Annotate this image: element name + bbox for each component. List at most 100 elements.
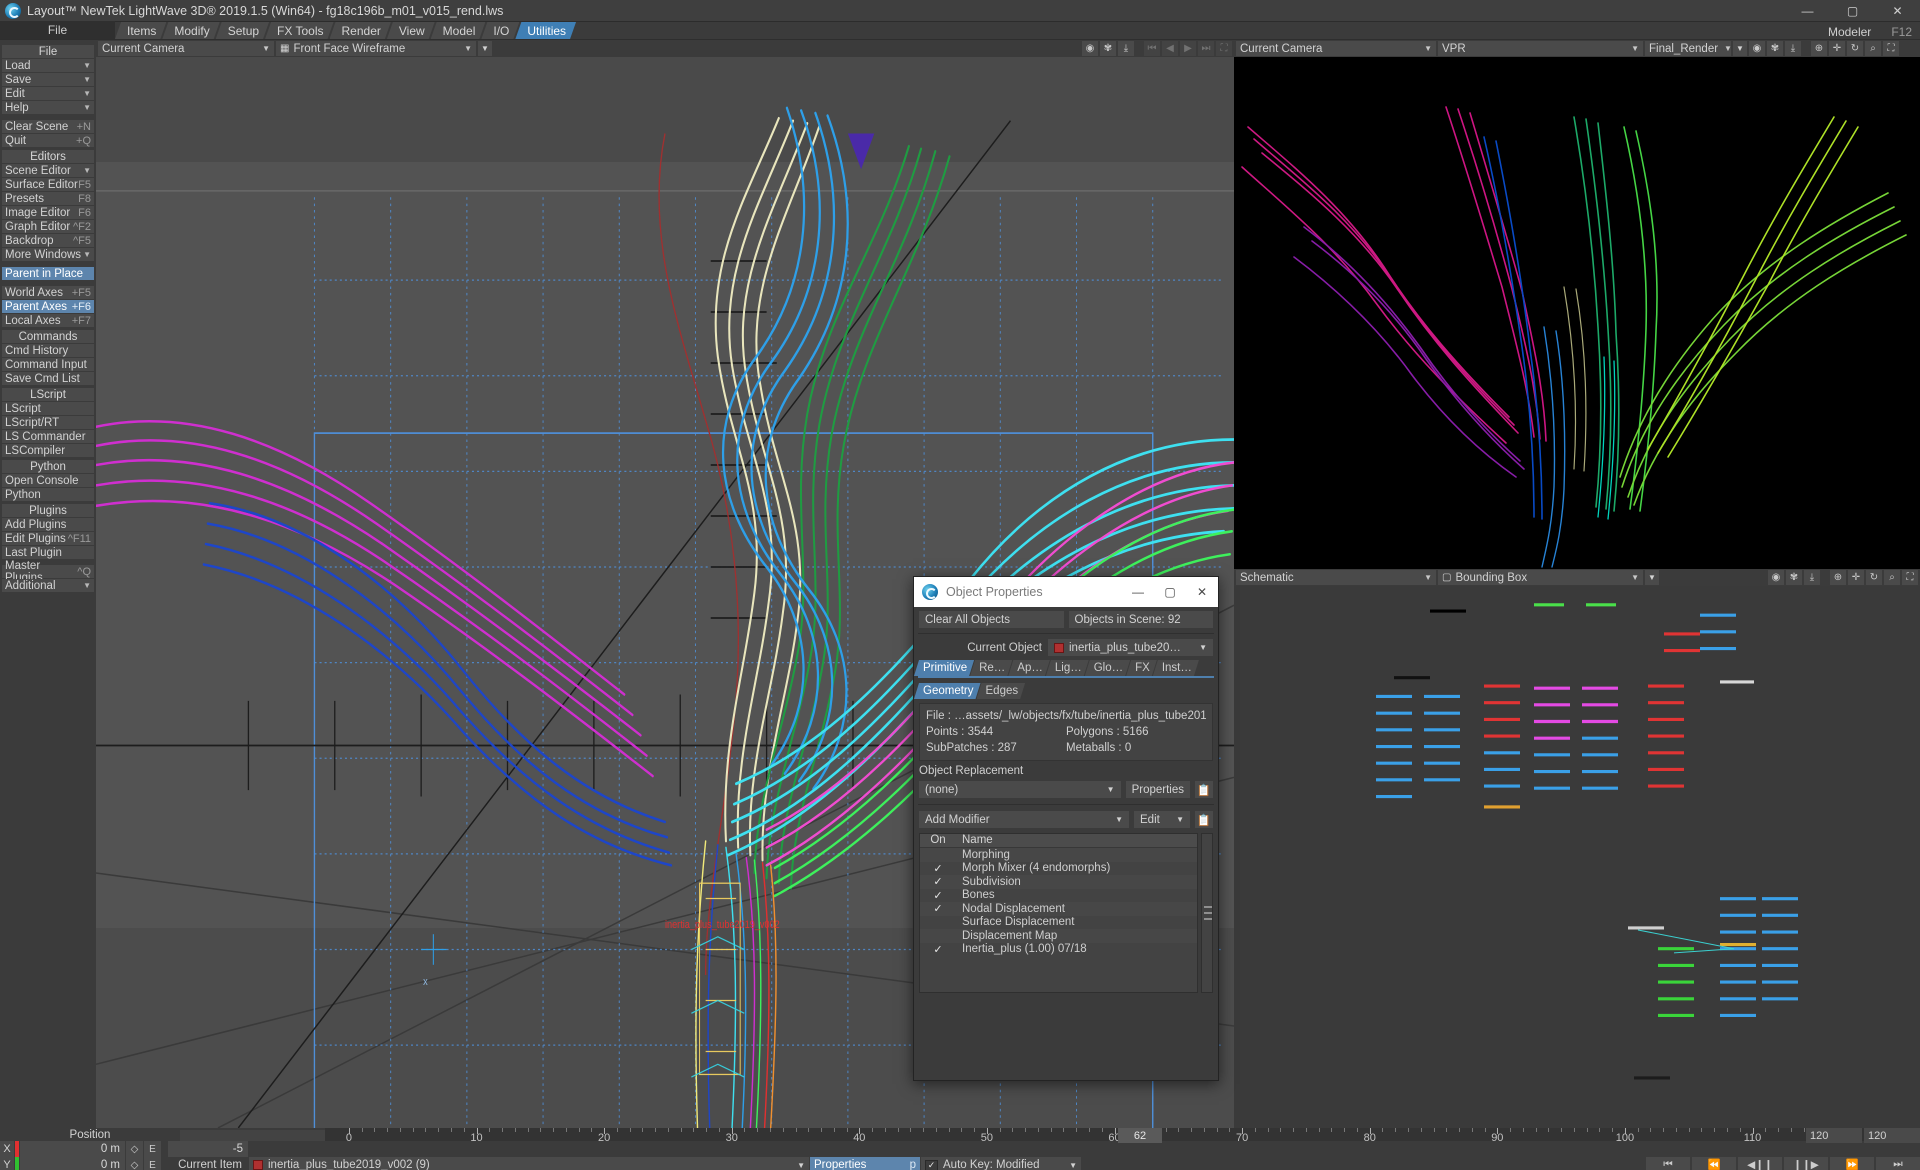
modifier-row[interactable]: ✓ Nodal Displacement [920,902,1197,916]
sidebar-item-lscript-rt[interactable]: LScript/RT [2,416,94,429]
next-frame-button[interactable]: ❙❙▶ [1784,1157,1828,1170]
modifier-enabled-checkbox[interactable]: ✓ [920,875,956,888]
vpr-camera-select[interactable]: Current Camera ▼ [1236,41,1436,56]
modeler-switch[interactable]: Modeler F12 [1828,25,1920,39]
menu-tab-setup[interactable]: Setup [216,22,269,39]
op-tab-5[interactable]: FX [1126,660,1157,676]
sidebar-item-add-plugins[interactable]: Add Plugins [2,518,94,531]
autokey-checkbox[interactable]: ✓ [925,1159,938,1170]
timeline-ruler[interactable]: 010203040506070809010011012062120120 [325,1128,1920,1144]
sidebar-item-local-axes[interactable]: Local Axes +F7 [2,314,94,327]
camera-icon[interactable]: ◉ [1082,41,1098,56]
menu-tab-fx-tools[interactable]: FX Tools [265,22,333,39]
export-icon[interactable]: ⤓ [1785,41,1801,56]
sidebar-item-load[interactable]: Load ▼ [2,59,94,72]
modifier-row[interactable]: ✓ Morph Mixer (4 endomorphs) [920,862,1197,876]
op-tab-6[interactable]: Inst… [1153,660,1199,676]
modifier-table[interactable]: On Name Morphing ✓ Morph Mixer (4 endomorp… [919,833,1198,993]
timeline-range-end-1[interactable]: 120 [1806,1128,1862,1143]
autokey-toggle[interactable]: ✓ Auto Key: Modified ▼ [921,1157,1081,1170]
properties-button[interactable]: Properties p [810,1157,920,1170]
sidebar-item-world-axes[interactable]: World Axes +F5 [2,286,94,299]
viewport-display-mode-select[interactable]: ▦ Front Face Wireframe ▼ [276,41,476,56]
op-tab-0[interactable]: Primitive [914,660,974,676]
go-to-start-button[interactable]: ⏮ [1646,1157,1690,1170]
schematic-display-menu[interactable]: ▼ [1645,570,1659,585]
menu-tab-model[interactable]: Model [431,22,486,39]
modifier-row[interactable]: Morphing [920,848,1197,862]
envelope-button-x[interactable]: E [144,1141,161,1157]
modifier-row[interactable]: ✓ Subdivision [920,875,1197,889]
menu-tab-render[interactable]: Render [330,22,391,39]
menu-tab-modify[interactable]: Modify [162,22,219,39]
sidebar-item-quit[interactable]: Quit +Q [2,134,94,147]
schematic-view[interactable] [1234,586,1920,1128]
sidebar-item-image-editor[interactable]: Image Editor F6 [2,206,94,219]
sidebar-item-scene-editor[interactable]: Scene Editor ▼ [2,164,94,177]
clipboard-icon[interactable]: 📋 [1195,781,1213,798]
sidebar-item-python[interactable]: Python [2,488,94,501]
modifier-enabled-checkbox[interactable]: ✓ [920,889,956,902]
vpr-preset-select[interactable]: Final_Render ▼ [1645,41,1732,56]
next-key-button[interactable]: ⏩ [1830,1157,1874,1170]
rotate-icon[interactable]: ↻ [1847,41,1863,56]
sidebar-item-lscompiler[interactable]: LSCompiler [2,444,94,457]
move-icon[interactable]: ✛ [1848,570,1864,585]
sidebar-item-backdrop[interactable]: Backdrop ^F5 [2,234,94,247]
center-icon[interactable]: ⊕ [1830,570,1846,585]
file-menu-header[interactable]: File [0,21,115,39]
menu-tab-view[interactable]: View [387,22,435,39]
object-replacement-properties-button[interactable]: Properties [1125,781,1190,798]
sidebar-item-presets[interactable]: Presets F8 [2,192,94,205]
schematic-view-select[interactable]: Schematic ▼ [1236,570,1436,585]
modifier-enabled-checkbox[interactable]: ✓ [920,943,956,956]
sidebar-item-parent-in-place[interactable]: Parent in Place [2,267,94,280]
menu-tab-i-o[interactable]: I/O [481,22,519,39]
prev-frame-button[interactable]: ◀❙❙ [1738,1157,1782,1170]
sidebar-item-edit-plugins[interactable]: Edit Plugins ^F11 [2,532,94,545]
export-icon[interactable]: ⤓ [1118,41,1134,56]
expand-icon[interactable]: ◇ [126,1157,143,1170]
camera-icon[interactable]: ◉ [1749,41,1765,56]
go-to-end-button[interactable]: ⏭ [1876,1157,1920,1170]
add-modifier-select[interactable]: Add Modifier ▼ [919,811,1129,828]
vpr-render-preview[interactable] [1234,57,1920,569]
camera-icon[interactable]: ◉ [1768,570,1784,585]
clipboard-icon[interactable]: 📋 [1195,811,1213,828]
modifier-enabled-checkbox[interactable]: ✓ [920,862,956,875]
op-tab-4[interactable]: Glo… [1085,660,1130,676]
position-slider[interactable] [180,1130,325,1141]
modifier-row[interactable]: ✓ Bones [920,889,1197,903]
play-last-icon[interactable]: ⏭ [1198,41,1214,56]
position-y-field[interactable]: 0 m [20,1157,125,1170]
prev-key-button[interactable]: ⏪ [1692,1157,1736,1170]
sidebar-item-command-input[interactable]: Command Input [2,358,94,371]
timeline-range-end-2[interactable]: 120 [1864,1128,1920,1143]
sidebar-item-help[interactable]: Help ▼ [2,101,94,114]
schematic-display-mode-select[interactable]: ▢ Bounding Box ▼ [1438,570,1643,585]
maximize-viewport-icon[interactable]: ⛶ [1216,41,1232,56]
sidebar-item-open-console[interactable]: Open Console [2,474,94,487]
object-replacement-select[interactable]: (none) ▼ [919,781,1121,798]
close-button[interactable]: ✕ [1875,0,1920,22]
vpr-preset-menu[interactable]: ▼ [1733,41,1747,56]
sidebar-item-surface-editor[interactable]: Surface Editor F5 [2,178,94,191]
op-subtab-edges[interactable]: Edges [977,683,1026,699]
op-maximize-button[interactable]: ▢ [1154,577,1186,607]
play-prev-icon[interactable]: ◀ [1162,41,1178,56]
object-properties-dialog[interactable]: Object Properties — ▢ ✕ Clear All Object… [913,576,1219,1081]
modifier-row[interactable]: ✓ Inertia_plus (1.00) 07/18 [920,943,1197,957]
clear-all-objects-button[interactable]: Clear All Objects [919,611,1064,628]
sidebar-item-last-plugin[interactable]: Last Plugin [2,546,94,559]
gear-icon[interactable]: ✾ [1100,41,1116,56]
sidebar-item-save-cmd-list[interactable]: Save Cmd List [2,372,94,385]
gear-icon[interactable]: ✾ [1767,41,1783,56]
sidebar-item-ls-commander[interactable]: LS Commander [2,430,94,443]
play-first-icon[interactable]: ⏮ [1144,41,1160,56]
maximize-icon[interactable]: ⛶ [1883,41,1899,56]
sidebar-item-edit[interactable]: Edit ▼ [2,87,94,100]
viewport-display-mode-menu[interactable]: ▼ [478,41,492,56]
zoom-icon[interactable]: ⌕ [1865,41,1881,56]
envelope-button-y[interactable]: E [144,1157,161,1170]
sidebar-item-save[interactable]: Save ▼ [2,73,94,86]
